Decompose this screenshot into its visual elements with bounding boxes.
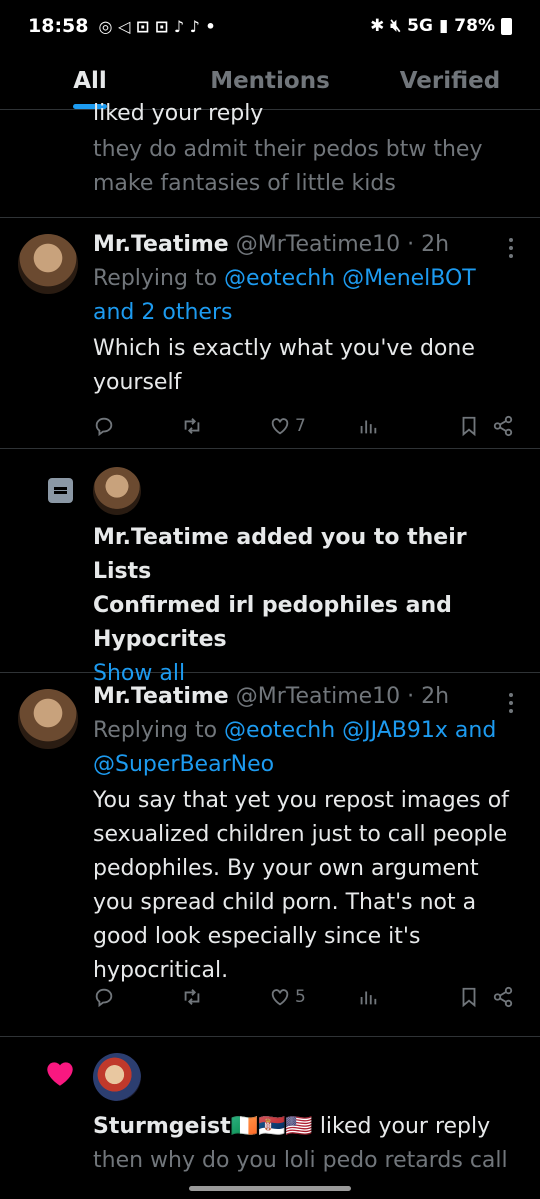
share-icon <box>493 415 513 437</box>
replying-to: Replying to @eotechh @MenelBOT and 2 oth… <box>93 266 476 325</box>
bluetooth-icon: ✱ <box>370 16 385 36</box>
preview-line: then why do you loli pedo retards call <box>93 1148 508 1173</box>
like-count: 5 <box>295 987 306 1007</box>
retweet-button[interactable] <box>181 986 269 1008</box>
retweet-icon <box>184 989 200 1005</box>
mention-link[interactable]: @SuperBearNeo <box>93 752 274 777</box>
tweet-actions: 5 <box>93 982 514 1012</box>
others-link[interactable]: and 2 others <box>93 300 232 325</box>
tweet-time: · 2h <box>407 684 450 709</box>
bookmark-icon <box>462 416 476 437</box>
views-button[interactable] <box>357 986 447 1008</box>
author-handle[interactable]: @MrTeatime10 <box>236 232 400 257</box>
action-text: liked your reply <box>93 101 264 126</box>
author-handle[interactable]: @MrTeatime10 <box>236 684 400 709</box>
mention-link[interactable]: @MenelBOT <box>342 266 476 291</box>
liker-flags: 🇮🇪🇷🇸🇺🇸 <box>230 1114 313 1139</box>
reply-button[interactable] <box>93 986 181 1008</box>
home-indicator[interactable] <box>189 1186 351 1191</box>
reply-icon <box>95 417 113 437</box>
list-icon <box>48 478 73 503</box>
views-icon <box>360 420 377 434</box>
like-count: 7 <box>295 416 306 436</box>
reply-notification[interactable]: Mr.Teatime @MrTeatime10 · 2h Replying to… <box>0 218 540 448</box>
network-label: 5G <box>407 16 433 36</box>
action-text: liked your reply <box>319 1114 491 1139</box>
bookmark-button[interactable] <box>458 986 492 1008</box>
battery-icon <box>501 17 512 35</box>
bookmark-icon <box>462 987 476 1008</box>
mention-link[interactable]: @JJAB91x <box>342 718 448 743</box>
tweet-actions: 7 <box>93 411 514 441</box>
avatar[interactable] <box>93 467 141 515</box>
battery-percent: 78% <box>454 16 495 36</box>
like-notification[interactable]: Sturmgeist🇮🇪🇷🇸🇺🇸 liked your reply then w… <box>0 1037 540 1197</box>
retweet-button[interactable] <box>181 415 269 437</box>
avatar[interactable] <box>18 234 78 294</box>
preview-line: they do admit their pedos btw they <box>93 137 483 162</box>
tweet-header: Mr.Teatime @MrTeatime10 · 2h <box>93 680 512 714</box>
share-icon <box>493 986 513 1008</box>
author-name[interactable]: Mr.Teatime <box>93 684 229 709</box>
tweet-body: Which is exactly what you've done yourse… <box>93 336 475 395</box>
mention-link[interactable]: @eotechh <box>224 266 335 291</box>
like-button[interactable]: 5 <box>269 986 357 1008</box>
tweet-body: You say that yet you repost images of se… <box>93 788 509 983</box>
preview-line: make fantasies of little kids <box>93 171 396 196</box>
notification-feed: liked your reply they do admit their ped… <box>0 101 540 1197</box>
views-button[interactable] <box>357 415 447 437</box>
signal-icon: ▮ <box>438 16 449 36</box>
tweet-time: · 2h <box>407 232 450 257</box>
heart-icon <box>271 989 289 1006</box>
reply-button[interactable] <box>93 415 181 437</box>
avatar[interactable] <box>18 689 78 749</box>
status-time: 18:58 <box>28 15 89 37</box>
share-button[interactable] <box>492 415 514 437</box>
status-right: ✱ 🔇︎ 5G ▮ 78% <box>370 16 512 36</box>
views-icon <box>360 991 377 1005</box>
share-button[interactable] <box>492 986 514 1008</box>
tweet-header: Mr.Teatime @MrTeatime10 · 2h <box>93 228 512 262</box>
list-notification[interactable]: Mr.Teatime added you to their Lists Conf… <box>0 449 540 686</box>
like-notification[interactable]: liked your reply they do admit their ped… <box>0 101 540 217</box>
author-name[interactable]: Mr.Teatime <box>93 232 229 257</box>
like-button[interactable]: 7 <box>269 415 357 437</box>
avatar[interactable] <box>93 1053 141 1101</box>
replying-to: Replying to @eotechh @JJAB91x and @Super… <box>93 718 497 777</box>
mute-icon: 🔇︎ <box>390 16 402 36</box>
retweet-icon <box>184 418 200 434</box>
bookmark-button[interactable] <box>458 415 492 437</box>
status-bar: 18:58 ◎ ◁ ⊡ ⊡ ♪ ♪ • ✱ 🔇︎ 5G ▮ 78% <box>0 0 540 52</box>
notification-icons: ◎ ◁ ⊡ ⊡ ♪ ♪ • <box>98 16 216 36</box>
mention-link[interactable]: @eotechh <box>224 718 335 743</box>
heart-icon <box>271 418 289 435</box>
reply-notification[interactable]: Mr.Teatime @MrTeatime10 · 2h Replying to… <box>0 673 540 1036</box>
liked-heart-icon <box>47 1062 73 1086</box>
reply-icon <box>95 988 113 1008</box>
liker-name[interactable]: Sturmgeist <box>93 1114 231 1139</box>
